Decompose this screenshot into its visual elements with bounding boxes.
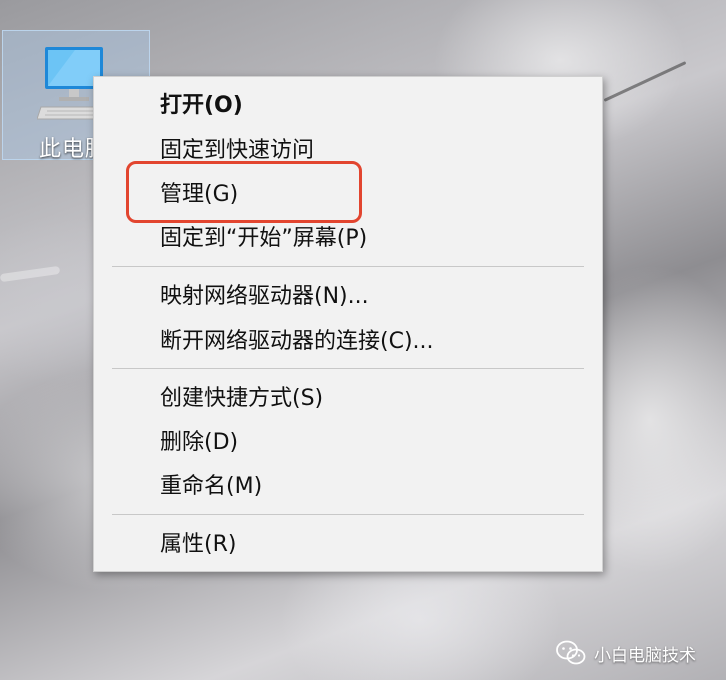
watermark: 小白电脑技术 [556,638,696,668]
background-decoration [603,61,687,102]
wechat-icon [556,640,586,665]
watermark-text: 小白电脑技术 [594,645,696,666]
background-decoration [0,265,61,283]
menu-separator [112,368,584,369]
menu-item-create-shortcut[interactable]: 创建快捷方式(S) [94,379,602,419]
menu-item-disconnect-network-drive[interactable]: 断开网络驱动器的连接(C)... [94,322,602,362]
context-menu: 打开(O) 固定到快速访问 管理(G) 固定到“开始”屏幕(P) 映射网络驱动器… [93,76,603,572]
menu-item-rename[interactable]: 重命名(M) [94,467,602,507]
menu-item-map-network-drive[interactable]: 映射网络驱动器(N)... [94,277,602,317]
menu-separator [112,266,584,267]
menu-separator [112,514,584,515]
menu-item-properties[interactable]: 属性(R) [94,525,602,565]
menu-item-open[interactable]: 打开(O) [94,86,602,126]
menu-item-manage[interactable]: 管理(G) [94,175,602,215]
menu-item-delete[interactable]: 删除(D) [94,423,602,463]
menu-item-pin-start[interactable]: 固定到“开始”屏幕(P) [94,219,602,259]
menu-item-pin-quick-access[interactable]: 固定到快速访问 [94,131,602,171]
